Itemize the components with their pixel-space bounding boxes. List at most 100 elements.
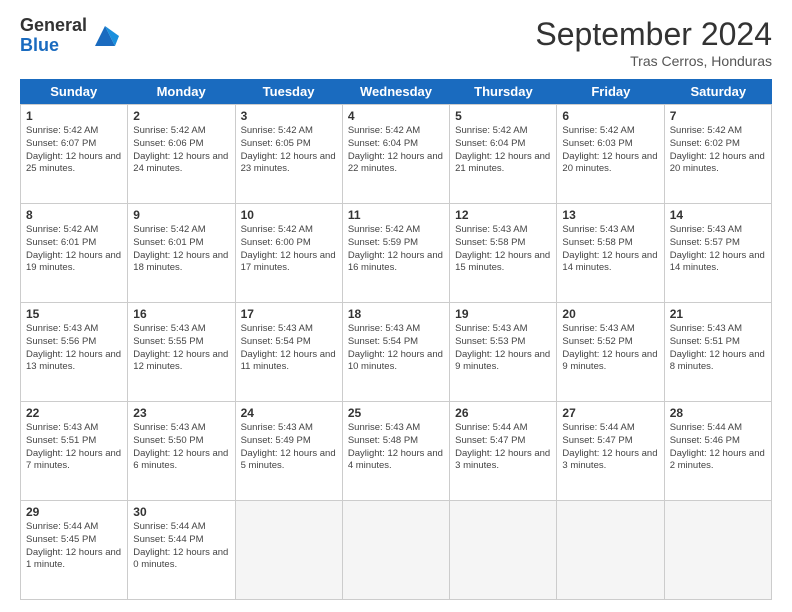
calendar-cell: 26 Sunrise: 5:44 AMSunset: 5:47 PMDayligh… xyxy=(450,402,557,500)
day-number: 7 xyxy=(670,109,766,123)
day-number: 25 xyxy=(348,406,444,420)
day-info: Sunrise: 5:43 AMSunset: 5:49 PMDaylight:… xyxy=(241,422,337,473)
day-info: Sunrise: 5:43 AMSunset: 5:54 PMDaylight:… xyxy=(348,323,444,374)
calendar-cell: 18 Sunrise: 5:43 AMSunset: 5:54 PMDayligh… xyxy=(343,303,450,401)
logo: General Blue xyxy=(20,16,119,56)
day-number: 17 xyxy=(241,307,337,321)
day-number: 13 xyxy=(562,208,658,222)
calendar-cell xyxy=(557,501,664,599)
day-number: 18 xyxy=(348,307,444,321)
calendar-cell: 25Sunrise: 5:43 AMSunset: 5:48 PMDayligh… xyxy=(343,402,450,500)
day-number: 2 xyxy=(133,109,229,123)
calendar-cell: 3 Sunrise: 5:42 AMSunset: 6:05 PMDaylight… xyxy=(236,105,343,203)
day-info: Sunrise: 5:43 AMSunset: 5:50 PMDaylight:… xyxy=(133,422,229,473)
day-number: 10 xyxy=(241,208,337,222)
day-number: 14 xyxy=(670,208,766,222)
calendar-cell: 7 Sunrise: 5:42 AMSunset: 6:02 PMDaylight… xyxy=(665,105,772,203)
calendar-cell xyxy=(450,501,557,599)
calendar-header-cell: Monday xyxy=(127,79,234,104)
calendar-cell: 6 Sunrise: 5:42 AMSunset: 6:03 PMDaylight… xyxy=(557,105,664,203)
calendar-cell xyxy=(343,501,450,599)
day-number: 29 xyxy=(26,505,122,519)
day-info: Sunrise: 5:42 AMSunset: 6:02 PMDaylight:… xyxy=(670,125,766,176)
day-number: 21 xyxy=(670,307,766,321)
day-info: Sunrise: 5:44 AMSunset: 5:47 PMDaylight:… xyxy=(455,422,551,473)
calendar-cell: 22 Sunrise: 5:43 AMSunset: 5:51 PMDayligh… xyxy=(21,402,128,500)
calendar-body: 1Sunrise: 5:42 AMSunset: 6:07 PMDaylight… xyxy=(20,104,772,600)
calendar-row: 15Sunrise: 5:43 AMSunset: 5:56 PMDayligh… xyxy=(21,302,772,401)
day-number: 8 xyxy=(26,208,122,222)
day-number: 20 xyxy=(562,307,658,321)
day-number: 27 xyxy=(562,406,658,420)
calendar-cell: 8Sunrise: 5:42 AMSunset: 6:01 PMDaylight… xyxy=(21,204,128,302)
day-info: Sunrise: 5:43 AMSunset: 5:51 PMDaylight:… xyxy=(26,422,122,473)
calendar-cell: 13 Sunrise: 5:43 AMSunset: 5:58 PMDayligh… xyxy=(557,204,664,302)
calendar-header-cell: Saturday xyxy=(665,79,772,104)
calendar-header-cell: Tuesday xyxy=(235,79,342,104)
day-info: Sunrise: 5:42 AMSunset: 6:06 PMDaylight:… xyxy=(133,125,229,176)
calendar-cell: 17 Sunrise: 5:43 AMSunset: 5:54 PMDayligh… xyxy=(236,303,343,401)
calendar-header-cell: Thursday xyxy=(450,79,557,104)
calendar-cell: 14Sunrise: 5:43 AMSunset: 5:57 PMDayligh… xyxy=(665,204,772,302)
day-info: Sunrise: 5:44 AMSunset: 5:45 PMDaylight:… xyxy=(26,521,122,572)
day-info: Sunrise: 5:42 AMSunset: 6:01 PMDaylight:… xyxy=(133,224,229,275)
calendar-cell: 27 Sunrise: 5:44 AMSunset: 5:47 PMDayligh… xyxy=(557,402,664,500)
day-info: Sunrise: 5:43 AMSunset: 5:51 PMDaylight:… xyxy=(670,323,766,374)
calendar-cell: 9 Sunrise: 5:42 AMSunset: 6:01 PMDaylight… xyxy=(128,204,235,302)
calendar-row: 29 Sunrise: 5:44 AMSunset: 5:45 PMDayligh… xyxy=(21,500,772,599)
calendar-cell: 11Sunrise: 5:42 AMSunset: 5:59 PMDayligh… xyxy=(343,204,450,302)
day-info: Sunrise: 5:44 AMSunset: 5:47 PMDaylight:… xyxy=(562,422,658,473)
calendar-header-cell: Sunday xyxy=(20,79,127,104)
day-info: Sunrise: 5:42 AMSunset: 6:07 PMDaylight:… xyxy=(26,125,122,176)
calendar-cell: 10Sunrise: 5:42 AMSunset: 6:00 PMDayligh… xyxy=(236,204,343,302)
calendar-cell: 24Sunrise: 5:43 AMSunset: 5:49 PMDayligh… xyxy=(236,402,343,500)
day-number: 26 xyxy=(455,406,551,420)
calendar-cell xyxy=(236,501,343,599)
logo-text: General Blue xyxy=(20,16,87,56)
calendar-row: 1Sunrise: 5:42 AMSunset: 6:07 PMDaylight… xyxy=(21,104,772,203)
day-number: 19 xyxy=(455,307,551,321)
calendar-cell xyxy=(665,501,772,599)
day-number: 9 xyxy=(133,208,229,222)
day-number: 6 xyxy=(562,109,658,123)
calendar-header-cell: Wednesday xyxy=(342,79,449,104)
calendar-header: SundayMondayTuesdayWednesdayThursdayFrid… xyxy=(20,79,772,104)
day-number: 23 xyxy=(133,406,229,420)
day-number: 5 xyxy=(455,109,551,123)
calendar-cell: 19Sunrise: 5:43 AMSunset: 5:53 PMDayligh… xyxy=(450,303,557,401)
calendar: SundayMondayTuesdayWednesdayThursdayFrid… xyxy=(20,79,772,600)
logo-general: General xyxy=(20,16,87,36)
day-info: Sunrise: 5:42 AMSunset: 5:59 PMDaylight:… xyxy=(348,224,444,275)
day-number: 16 xyxy=(133,307,229,321)
calendar-row: 8 Sunrise: 5:42 AMSunset: 6:01 PMDaylight… xyxy=(21,203,772,302)
logo-icon xyxy=(91,22,119,50)
day-number: 3 xyxy=(241,109,337,123)
page: General Blue September 2024 Tras Cerros,… xyxy=(0,0,792,612)
day-info: Sunrise: 5:43 AMSunset: 5:52 PMDaylight:… xyxy=(562,323,658,374)
calendar-cell: 2 Sunrise: 5:42 AMSunset: 6:06 PMDaylight… xyxy=(128,105,235,203)
month-title: September 2024 xyxy=(535,16,772,53)
logo-blue: Blue xyxy=(20,36,87,56)
calendar-cell: 15Sunrise: 5:43 AMSunset: 5:56 PMDayligh… xyxy=(21,303,128,401)
day-info: Sunrise: 5:43 AMSunset: 5:54 PMDaylight:… xyxy=(241,323,337,374)
day-info: Sunrise: 5:42 AMSunset: 6:03 PMDaylight:… xyxy=(562,125,658,176)
day-info: Sunrise: 5:42 AMSunset: 6:05 PMDaylight:… xyxy=(241,125,337,176)
calendar-cell: 1Sunrise: 5:42 AMSunset: 6:07 PMDaylight… xyxy=(21,105,128,203)
day-info: Sunrise: 5:44 AMSunset: 5:46 PMDaylight:… xyxy=(670,422,766,473)
day-number: 30 xyxy=(133,505,229,519)
calendar-row: 22 Sunrise: 5:43 AMSunset: 5:51 PMDayligh… xyxy=(21,401,772,500)
header-right: September 2024 Tras Cerros, Honduras xyxy=(535,16,772,69)
calendar-header-cell: Friday xyxy=(557,79,664,104)
day-number: 4 xyxy=(348,109,444,123)
calendar-cell: 30Sunrise: 5:44 AMSunset: 5:44 PMDayligh… xyxy=(128,501,235,599)
day-info: Sunrise: 5:42 AMSunset: 6:04 PMDaylight:… xyxy=(455,125,551,176)
day-number: 22 xyxy=(26,406,122,420)
day-info: Sunrise: 5:43 AMSunset: 5:58 PMDaylight:… xyxy=(455,224,551,275)
calendar-cell: 5 Sunrise: 5:42 AMSunset: 6:04 PMDaylight… xyxy=(450,105,557,203)
day-number: 12 xyxy=(455,208,551,222)
day-number: 28 xyxy=(670,406,766,420)
day-info: Sunrise: 5:43 AMSunset: 5:58 PMDaylight:… xyxy=(562,224,658,275)
calendar-cell: 29 Sunrise: 5:44 AMSunset: 5:45 PMDayligh… xyxy=(21,501,128,599)
day-number: 15 xyxy=(26,307,122,321)
day-info: Sunrise: 5:42 AMSunset: 6:04 PMDaylight:… xyxy=(348,125,444,176)
